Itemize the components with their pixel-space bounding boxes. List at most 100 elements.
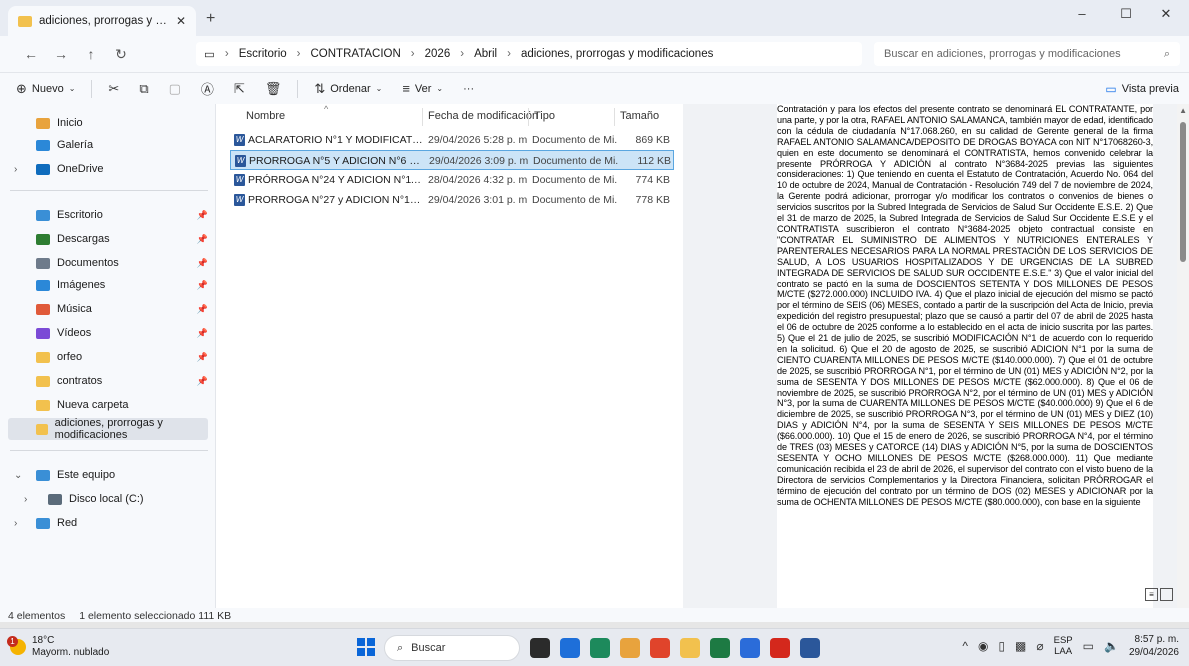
- nav-item-nueva-carpeta[interactable]: Nueva carpeta: [8, 394, 208, 416]
- start-button[interactable]: [357, 638, 375, 656]
- cut-button[interactable]: ✂: [100, 76, 127, 102]
- sort-caret-icon: ^: [324, 104, 329, 114]
- nav-item-contratos[interactable]: contratos 📌: [8, 370, 208, 392]
- excel-icon[interactable]: [710, 638, 730, 658]
- tab-close-icon[interactable]: ✕: [176, 14, 186, 28]
- new-tab-icon[interactable]: +: [206, 10, 215, 28]
- computer-icon: [36, 469, 50, 481]
- scroll-up-icon[interactable]: ▲: [1179, 106, 1187, 115]
- file-row[interactable]: W PRORROGA N°27 y ADICION N°15 AL CT... …: [230, 190, 674, 210]
- close-button[interactable]: ✕: [1146, 6, 1186, 22]
- up-icon[interactable]: ↑: [76, 46, 106, 62]
- more-options-button[interactable]: ···: [455, 76, 482, 102]
- nav-item-orfeo[interactable]: orfeo 📌: [8, 346, 208, 368]
- paste-button[interactable]: ▢: [161, 76, 189, 102]
- nav-item-inicio[interactable]: Inicio: [8, 112, 208, 134]
- copy-button[interactable]: ⧉: [131, 76, 156, 102]
- chevron-up-icon[interactable]: ^: [962, 639, 968, 653]
- folder-icon: [36, 375, 50, 387]
- breadcrumb-escritorio[interactable]: Escritorio: [239, 48, 287, 60]
- address-bar[interactable]: ▭ › Escritorio › CONTRATACION › 2026 › A…: [196, 42, 862, 66]
- preview-scrollbar[interactable]: ▲: [1177, 104, 1189, 608]
- tiles-view-icon[interactable]: [1160, 588, 1173, 601]
- new-button[interactable]: ⊕ Nuevo ⌄: [8, 76, 83, 102]
- forward-icon[interactable]: →: [46, 46, 76, 62]
- acrobat-icon[interactable]: [770, 638, 790, 658]
- breadcrumb-2026[interactable]: 2026: [425, 48, 451, 60]
- column-header-date[interactable]: Fecha de modificación: [428, 110, 538, 122]
- back-icon[interactable]: ←: [16, 46, 46, 62]
- minimize-button[interactable]: –: [1062, 6, 1102, 21]
- tray-app-icon[interactable]: ▩: [1015, 639, 1026, 653]
- gallery-icon: [36, 139, 50, 151]
- column-header-type[interactable]: Tipo: [534, 110, 555, 122]
- nav-item-musica[interactable]: Música 📌: [8, 298, 208, 320]
- column-header-size[interactable]: Tamaño: [620, 110, 659, 122]
- sort-button[interactable]: ⇅ Ordenar ⌄: [306, 76, 390, 102]
- taskbar-search-label: Buscar: [411, 642, 446, 654]
- nav-item-disco-local[interactable]: › Disco local (C:): [8, 488, 208, 510]
- view-label: Ver: [414, 82, 432, 95]
- pin-icon: 📌: [196, 257, 208, 268]
- taskview-icon[interactable]: [530, 638, 550, 658]
- tray-app-icon[interactable]: ⌀: [1036, 639, 1043, 653]
- firefox-icon[interactable]: [650, 638, 670, 658]
- rename-button[interactable]: Ⓐ: [193, 76, 222, 102]
- network-icon[interactable]: ▭: [1083, 639, 1094, 653]
- chevron-right-icon[interactable]: ›: [24, 494, 27, 505]
- search-icon: ⌕: [397, 641, 404, 654]
- nav-item-documentos[interactable]: Documentos 📌: [8, 252, 208, 274]
- nav-item-galeria[interactable]: Galería: [8, 134, 208, 156]
- chevron-right-icon[interactable]: ›: [14, 164, 17, 175]
- monitor-icon: ▭: [204, 49, 215, 61]
- column-header-name[interactable]: Nombre: [246, 110, 285, 122]
- pin-icon: 📌: [196, 303, 208, 314]
- weather-widget[interactable]: 1 18°C Mayorm. nublado: [7, 635, 109, 659]
- nav-item-descargas[interactable]: Descargas 📌: [8, 228, 208, 250]
- share-button[interactable]: ⇱: [226, 76, 253, 102]
- scrollbar-thumb[interactable]: [1180, 122, 1186, 262]
- app-icon[interactable]: [560, 638, 580, 658]
- pin-icon: 📌: [196, 233, 208, 244]
- language-indicator[interactable]: ESP LAA: [1054, 635, 1073, 657]
- nav-item-videos[interactable]: Vídeos 📌: [8, 322, 208, 344]
- nav-item-este-equipo[interactable]: ⌄ Este equipo: [8, 464, 208, 486]
- maximize-button[interactable]: ☐: [1106, 6, 1146, 22]
- refresh-icon[interactable]: ↻: [106, 46, 136, 63]
- sort-icon: ⇅: [314, 80, 326, 96]
- search-input[interactable]: Buscar en adiciones, prorrogas y modific…: [874, 42, 1180, 66]
- details-view-icon[interactable]: ≡: [1145, 588, 1158, 601]
- nav-item-imagenes[interactable]: Imágenes 📌: [8, 274, 208, 296]
- breadcrumb-current[interactable]: adiciones, prorrogas y modificaciones: [521, 48, 713, 60]
- search-placeholder: Buscar en adiciones, prorrogas y modific…: [884, 48, 1121, 60]
- nav-item-adiciones[interactable]: adiciones, prorrogas y modificaciones: [8, 417, 208, 441]
- clock[interactable]: 8:57 p. m. 29/04/2026: [1129, 633, 1179, 659]
- nav-item-escritorio[interactable]: Escritorio 📌: [8, 204, 208, 226]
- system-tray: ^ ◉ ▯ ▩ ⌀ ESP LAA ▭ 🔈 8:57 p. m. 29/04/2…: [962, 633, 1179, 659]
- tray-app-icon[interactable]: ◉: [978, 639, 988, 653]
- nav-item-onedrive[interactable]: › OneDrive: [8, 158, 208, 180]
- delete-button[interactable]: 🗑: [257, 76, 290, 102]
- breadcrumb-contratacion[interactable]: CONTRATACION: [311, 48, 401, 60]
- chrome-icon[interactable]: [620, 638, 640, 658]
- breadcrumb-abril[interactable]: Abril: [474, 48, 497, 60]
- outlook-icon[interactable]: [740, 638, 760, 658]
- view-button[interactable]: ≡ Ver ⌄: [394, 76, 451, 102]
- nav-item-red[interactable]: › Red: [8, 512, 208, 534]
- taskbar-search[interactable]: ⌕ Buscar: [384, 635, 520, 661]
- volume-icon[interactable]: 🔈: [1104, 639, 1119, 653]
- word-icon[interactable]: [800, 638, 820, 658]
- preview-toggle-button[interactable]: ▭ Vista previa: [1105, 78, 1179, 100]
- explorer-tab[interactable]: adiciones, prorrogas y modifi ✕: [8, 6, 196, 36]
- tray-app-icon[interactable]: ▯: [998, 639, 1005, 653]
- file-explorer-icon[interactable]: [680, 638, 700, 658]
- command-bar: ⊕ Nuevo ⌄ ✂ ⧉ ▢ Ⓐ ⇱ 🗑 ⇅ Ordenar ⌄ ≡ Ver …: [0, 72, 1189, 104]
- file-row-selected[interactable]: W PRORROGA N°5 Y ADICION N°6 DEL CT... 2…: [230, 150, 674, 170]
- edge-icon[interactable]: [590, 638, 610, 658]
- file-row[interactable]: W ACLARATORIO N°1 Y MODIFICATORIO N... 2…: [230, 130, 674, 150]
- chevron-down-icon[interactable]: ⌄: [14, 470, 22, 481]
- chevron-down-icon: ⌄: [68, 84, 76, 93]
- chevron-right-icon[interactable]: ›: [14, 518, 17, 529]
- file-row[interactable]: W PRÓRROGA N°24 Y ADICION N°11 AL CT... …: [230, 170, 674, 190]
- word-document-icon: W: [234, 134, 245, 146]
